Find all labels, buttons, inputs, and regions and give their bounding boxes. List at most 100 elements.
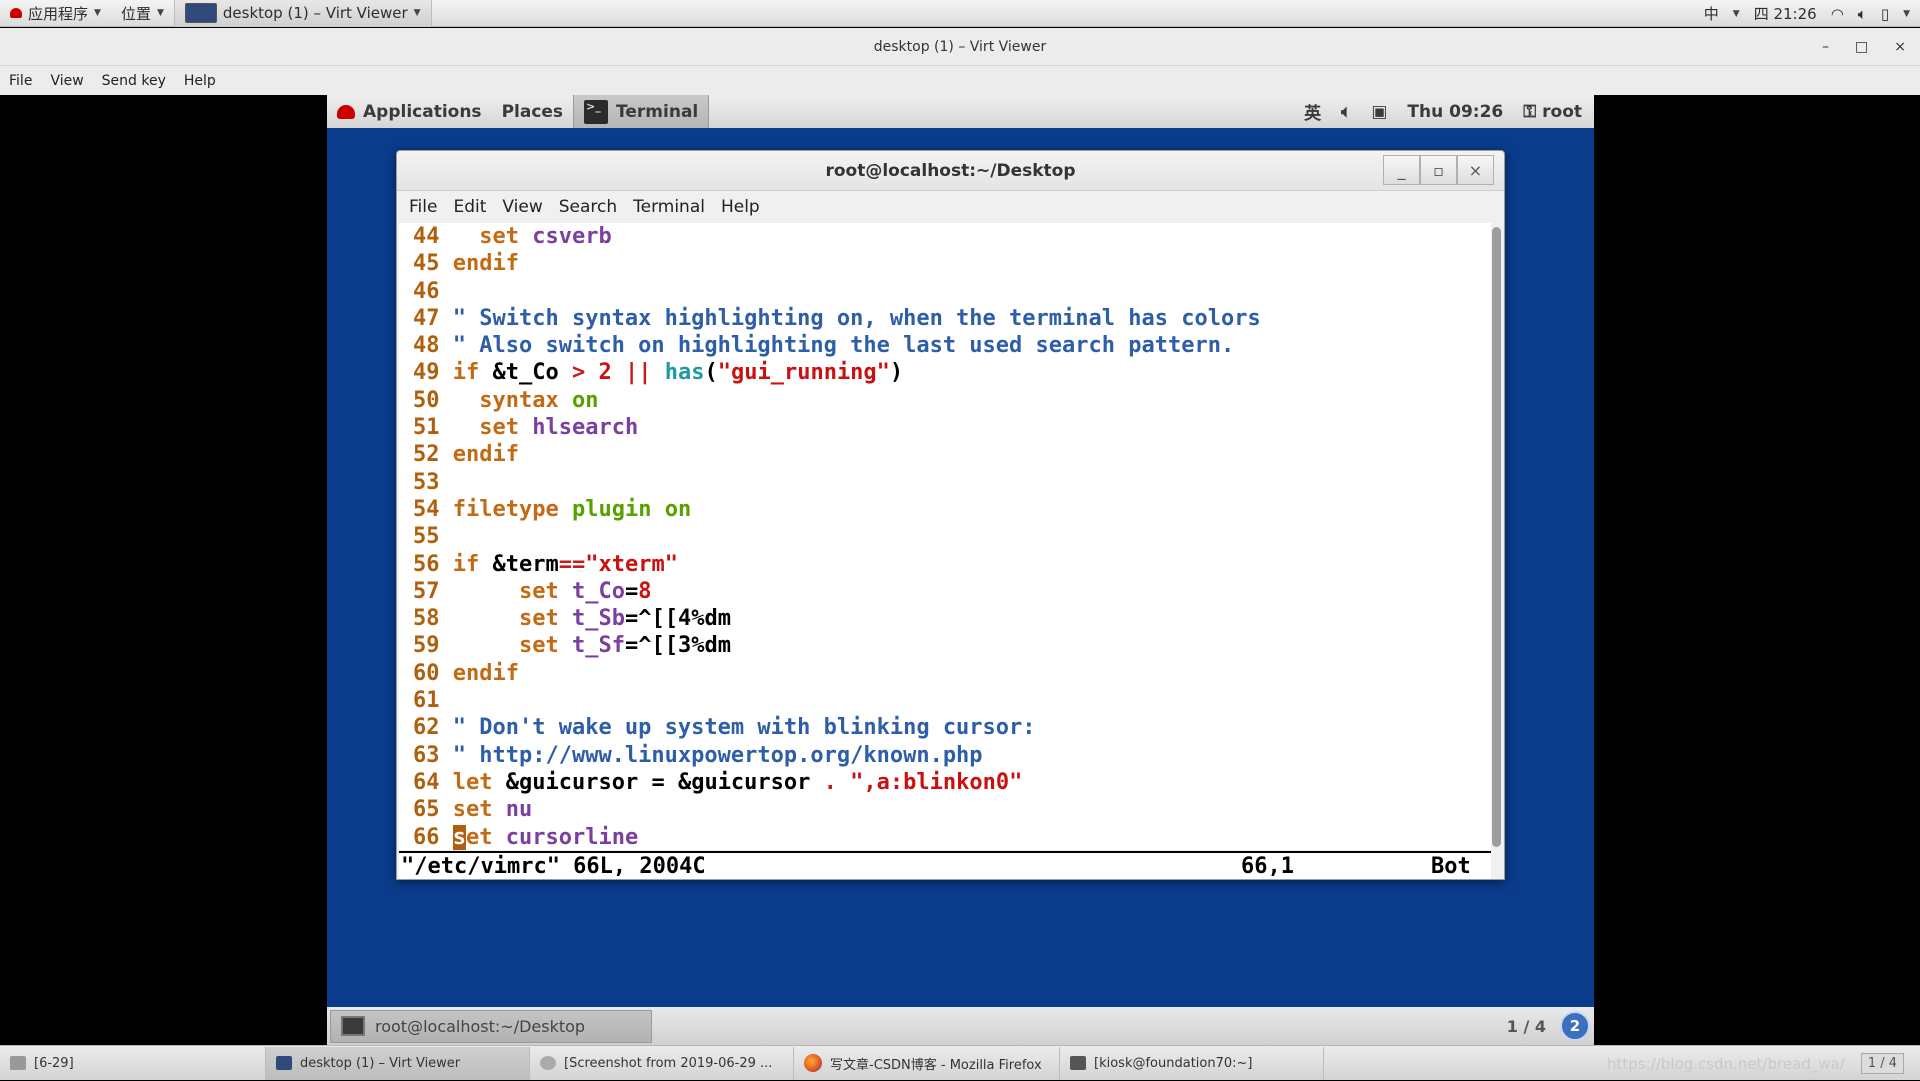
chevron-down-icon: ▼: [156, 8, 164, 18]
guest-clock[interactable]: Thu 09:26: [1407, 102, 1503, 122]
host-applications-menu[interactable]: 应用程序 ▼: [0, 0, 111, 27]
chevron-down-icon: ▼: [413, 8, 421, 18]
viewer-titlebar: desktop (1) – Virt Viewer – □ ×: [0, 28, 1920, 66]
terminal-menu-file[interactable]: File: [401, 197, 445, 217]
vim-status-position: 66,1: [1241, 853, 1294, 879]
host-task-kiosk-terminal[interactable]: [kiosk@foundation70:~]: [1060, 1046, 1324, 1080]
guest-terminal-label: Terminal: [616, 101, 699, 122]
minimize-button[interactable]: –: [1822, 39, 1829, 55]
host-active-task[interactable]: desktop (1) – Virt Viewer ▼: [173, 0, 432, 27]
host-task-virt-viewer[interactable]: desktop (1) – Virt Viewer: [266, 1046, 530, 1080]
close-button[interactable]: ×: [1894, 39, 1906, 55]
host-task-label: 写文章-CSDN博客 - Mozilla Firefox: [830, 1057, 1042, 1073]
terminal-line: 49 if &t_Co > 2 || has("gui_running"): [413, 360, 904, 386]
host-workspace-pager[interactable]: 1 / 4: [1860, 1053, 1904, 1074]
host-task-label: [6-29]: [34, 1055, 74, 1071]
terminal-line: 44 set csverb: [413, 224, 612, 249]
terminal-text-area[interactable]: 44 set csverb 45 endif 46 47 " Switch synta…: [399, 223, 1491, 850]
terminal-maximize-button[interactable]: ▫: [1420, 155, 1457, 185]
terminal-line: 54 filetype plugin on: [413, 496, 692, 522]
terminal-line: 55: [413, 524, 440, 550]
guest-bottom-terminal-task[interactable]: root@localhost:~/Desktop: [330, 1009, 652, 1043]
guest-places-menu[interactable]: Places: [492, 95, 573, 128]
network-icon[interactable]: ▣: [1371, 102, 1387, 122]
battery-icon[interactable]: ▯: [1881, 5, 1889, 23]
redhat-icon: [10, 8, 22, 18]
terminal-close-button[interactable]: ×: [1457, 155, 1494, 185]
terminal-icon: [341, 1016, 365, 1036]
terminal-line: 59 set t_Sf=^[[3%dm: [413, 633, 731, 659]
host-tray: 中 ▼ 四 21:26 ◠ 🔈︎ ▯ ▼: [1704, 0, 1910, 27]
guest-desktop[interactable]: Applications Places >_ Terminal 英 🔈︎ ▣ T…: [327, 95, 1594, 1045]
guest-lang-indicator[interactable]: 英: [1304, 99, 1321, 124]
host-task-label: desktop (1) – Virt Viewer: [222, 4, 408, 22]
virt-viewer-icon: [184, 3, 217, 23]
terminal-icon: [1070, 1056, 1086, 1070]
host-task-label: desktop (1) – Virt Viewer: [300, 1055, 461, 1071]
viewer-menu-send-key[interactable]: Send key: [93, 73, 175, 89]
chevron-down-icon: ▼: [1903, 8, 1910, 19]
image-viewer-icon: [540, 1056, 556, 1070]
redhat-icon: [337, 104, 355, 119]
host-task-screenshot[interactable]: [Screenshot from 2019-06-29 ...: [530, 1046, 794, 1080]
viewer-menu-help[interactable]: Help: [175, 73, 225, 89]
guest-bottom-task-label: root@localhost:~/Desktop: [375, 1016, 586, 1036]
guest-user-label: root: [1542, 101, 1582, 122]
terminal-window: root@localhost:~/Desktop _ ▫ × File Edit…: [396, 150, 1505, 880]
wifi-icon[interactable]: ◠: [1831, 5, 1844, 23]
volume-icon[interactable]: 🔈︎: [1858, 5, 1867, 23]
terminal-line: 50 syntax on: [413, 387, 599, 413]
viewer-title: desktop (1) – Virt Viewer: [873, 38, 1047, 55]
guest-terminal-task[interactable]: >_ Terminal: [573, 95, 710, 128]
terminal-menu-help[interactable]: Help: [713, 197, 768, 217]
terminal-line: 63 " http://www.linuxpowertop.org/known.…: [413, 742, 983, 768]
host-taskbar: [6-29] desktop (1) – Virt Viewer [Screen…: [0, 1045, 1920, 1080]
terminal-line: 65 set nu: [413, 797, 533, 823]
terminal-line: 48 " Also switch on highlighting the las…: [413, 333, 1235, 359]
guest-applications-label: Applications: [363, 101, 482, 122]
watermark-text: https://blog.csdn.net/bread_wa/: [1607, 1054, 1845, 1073]
terminal-line: 64 let &guicursor = &guicursor . ",a:bli…: [413, 769, 1023, 795]
host-applications-label: 应用程序: [28, 4, 89, 23]
host-task-6-29[interactable]: [6-29]: [0, 1046, 266, 1080]
terminal-scrollbar[interactable]: [1492, 227, 1501, 847]
terminal-line: 52 endif: [413, 442, 519, 468]
guest-top-panel: Applications Places >_ Terminal 英 🔈︎ ▣ T…: [327, 95, 1594, 128]
terminal-menu-search[interactable]: Search: [551, 197, 625, 217]
terminal-menu-edit[interactable]: Edit: [445, 197, 494, 217]
viewer-menu-file[interactable]: File: [0, 73, 41, 89]
terminal-line: 47 " Switch syntax highlighting on, when…: [413, 305, 1261, 331]
host-taskbar-right: https://blog.csdn.net/bread_wa/ 1 / 4: [1607, 1046, 1904, 1081]
viewer-menubar: File View Send key Help: [0, 66, 1920, 95]
maximize-button[interactable]: □: [1855, 39, 1868, 55]
terminal-menu-view[interactable]: View: [494, 197, 550, 217]
chevron-down-icon: ▼: [94, 8, 101, 18]
terminal-line: 45 endif: [413, 251, 519, 277]
terminal-window-controls: _ ▫ ×: [1383, 155, 1494, 185]
notification-badge[interactable]: 2: [1560, 1011, 1590, 1041]
guest-bottom-panel: root@localhost:~/Desktop 1 / 4 2: [327, 1007, 1594, 1045]
host-places-label: 位置: [120, 4, 151, 23]
host-places-menu[interactable]: 位置 ▼: [111, 0, 174, 27]
firefox-icon: [804, 1054, 822, 1072]
terminal-title: root@localhost:~/Desktop: [825, 160, 1076, 181]
terminal-line: 62 " Don't wake up system with blinking …: [413, 715, 1036, 741]
terminal-titlebar[interactable]: root@localhost:~/Desktop: [397, 151, 1504, 191]
host-task-label: [kiosk@foundation70:~]: [1094, 1055, 1253, 1071]
viewer-window-controls: – □ ×: [1822, 28, 1906, 66]
host-clock[interactable]: 四 21:26: [1754, 3, 1817, 24]
terminal-minimize-button[interactable]: _: [1383, 155, 1420, 185]
virt-viewer-icon: [276, 1056, 292, 1070]
volume-icon[interactable]: 🔈︎: [1341, 102, 1351, 122]
input-method-indicator[interactable]: 中: [1704, 3, 1719, 24]
guest-workspace-pager[interactable]: 1 / 4: [1507, 1017, 1546, 1036]
user-menu[interactable]: ⚿ root: [1523, 102, 1582, 122]
terminal-line: 66 set cursorline: [413, 824, 639, 850]
terminal-line: 53: [413, 469, 440, 495]
viewer-menu-view[interactable]: View: [41, 73, 92, 89]
guest-applications-menu[interactable]: Applications: [327, 95, 492, 128]
terminal-menu-terminal[interactable]: Terminal: [625, 197, 713, 217]
chevron-down-icon: ▼: [1732, 8, 1740, 19]
host-task-firefox[interactable]: 写文章-CSDN博客 - Mozilla Firefox: [794, 1046, 1060, 1080]
terminal-line: 57 set t_Co=8: [413, 578, 652, 604]
